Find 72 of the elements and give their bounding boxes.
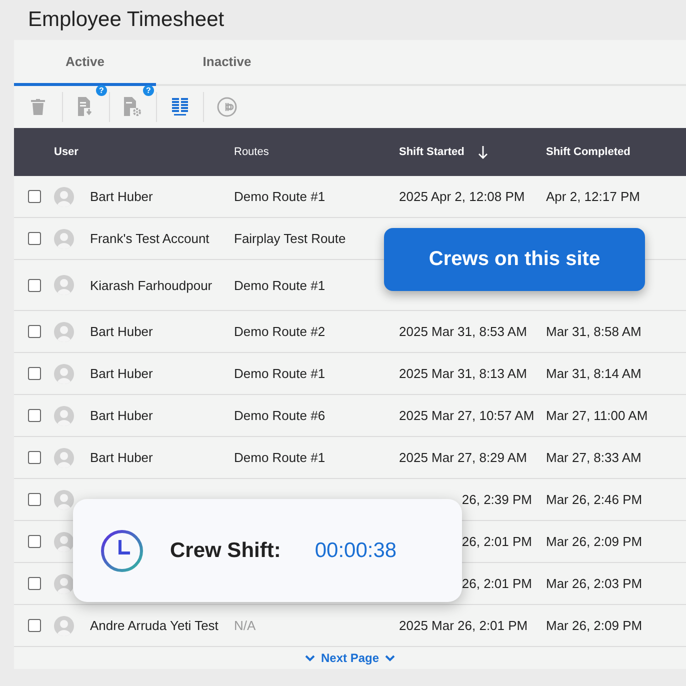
column-header[interactable]: User xyxy=(54,146,78,158)
table-cell: 2025 Mar 26, 2:01 PM xyxy=(399,618,528,633)
row-checkbox[interactable] xyxy=(28,190,41,203)
table-cell: Demo Route #1 xyxy=(234,450,326,465)
table-cell: N/A xyxy=(234,618,256,633)
row-checkbox[interactable] xyxy=(28,367,41,380)
avatar-icon xyxy=(54,490,74,510)
column-header[interactable]: Routes xyxy=(234,146,269,158)
row-checkbox[interactable] xyxy=(28,493,41,506)
avatar-icon xyxy=(54,406,74,426)
tab[interactable]: Active xyxy=(14,40,156,86)
row-checkbox[interactable] xyxy=(28,232,41,245)
table-cell: Demo Route #1 xyxy=(234,189,326,204)
table-cell: 2025 Mar 31, 8:13 AM xyxy=(399,366,527,381)
table-cell: 2025 Mar 27, 8:29 AM xyxy=(399,450,527,465)
table-cell: Mar 26, 2:03 PM xyxy=(546,576,642,591)
table-cell: Demo Route #1 xyxy=(234,278,326,292)
table-cell: Kiarash Farhoudpour xyxy=(90,278,212,292)
crew-shift-timer: 00:00:38 xyxy=(314,538,397,562)
avatar-icon xyxy=(54,616,74,636)
crew-shift-label: Crew Shift: xyxy=(170,538,281,562)
page-title: Employee Timesheet xyxy=(27,7,226,33)
row-checkbox[interactable] xyxy=(28,409,41,422)
table-cell: Mar 26, 2:46 PM xyxy=(546,492,642,507)
table-cell: Mar 31, 8:14 AM xyxy=(546,366,642,381)
avatar-icon xyxy=(54,186,74,206)
table-cell: Bart Huber xyxy=(90,324,153,339)
row-checkbox[interactable] xyxy=(28,577,41,590)
table-cell: 2025 Mar 27, 10:57 AM xyxy=(399,408,534,423)
table-cell: 2025 Mar 31, 8:53 AM xyxy=(399,324,527,339)
table-cell: Apr 2, 12:17 PM xyxy=(546,189,640,204)
crews-banner[interactable]: Crews on this site xyxy=(384,228,645,291)
table-cell: Mar 26, 2:09 PM xyxy=(546,618,642,633)
table-cell: Bart Huber xyxy=(90,366,153,381)
table-cell: Mar 26, 2:09 PM xyxy=(546,534,642,549)
column-header[interactable]: Shift Started xyxy=(399,146,464,158)
table-cell: Fairplay Test Route xyxy=(234,231,346,246)
tab[interactable]: Inactive xyxy=(156,40,298,86)
clock-icon xyxy=(100,528,144,572)
help-badge[interactable]: ? xyxy=(96,85,107,96)
avatar-icon xyxy=(54,364,74,384)
table-cell: Mar 31, 8:58 AM xyxy=(546,324,642,339)
table-cell: Bart Huber xyxy=(90,189,153,204)
table-cell: Demo Route #1 xyxy=(234,366,326,381)
row-checkbox[interactable] xyxy=(28,535,41,548)
avatar-icon xyxy=(54,448,74,468)
table-cell: 26, 2:01 PM xyxy=(462,534,532,549)
table-cell: Bart Huber xyxy=(90,408,153,423)
table-cell: Mar 27, 11:00 AM xyxy=(546,408,648,423)
table-cell: 26, 2:01 PM xyxy=(462,576,532,591)
table-cell: Andre Arruda Yeti Test xyxy=(90,618,218,633)
table-cell: Demo Route #6 xyxy=(234,408,326,423)
avatar-icon xyxy=(54,275,74,295)
table-cell: 26, 2:39 PM xyxy=(462,492,532,507)
avatar-icon xyxy=(54,228,74,248)
table-cell: Demo Route #2 xyxy=(234,324,326,339)
help-badge[interactable]: ? xyxy=(143,85,154,96)
chevron-down-icon xyxy=(385,654,396,662)
columns-icon[interactable] xyxy=(172,98,188,116)
next-page-link[interactable]: Next Page xyxy=(304,651,396,665)
table-cell: Bart Huber xyxy=(90,450,153,465)
table-cell: Mar 27, 8:33 AM xyxy=(546,450,642,465)
chevron-down-icon xyxy=(304,654,315,662)
row-checkbox[interactable] xyxy=(28,619,41,632)
avatar-icon xyxy=(54,322,74,342)
row-checkbox[interactable] xyxy=(28,451,41,464)
table-cell: Frank's Test Account xyxy=(90,231,210,246)
row-checkbox[interactable] xyxy=(28,325,41,338)
table-cell: 2025 Apr 2, 12:08 PM xyxy=(399,189,525,204)
column-header[interactable]: Shift Completed xyxy=(546,146,630,158)
sort-arrow-icon[interactable] xyxy=(478,146,488,158)
row-checkbox[interactable] xyxy=(28,278,41,292)
